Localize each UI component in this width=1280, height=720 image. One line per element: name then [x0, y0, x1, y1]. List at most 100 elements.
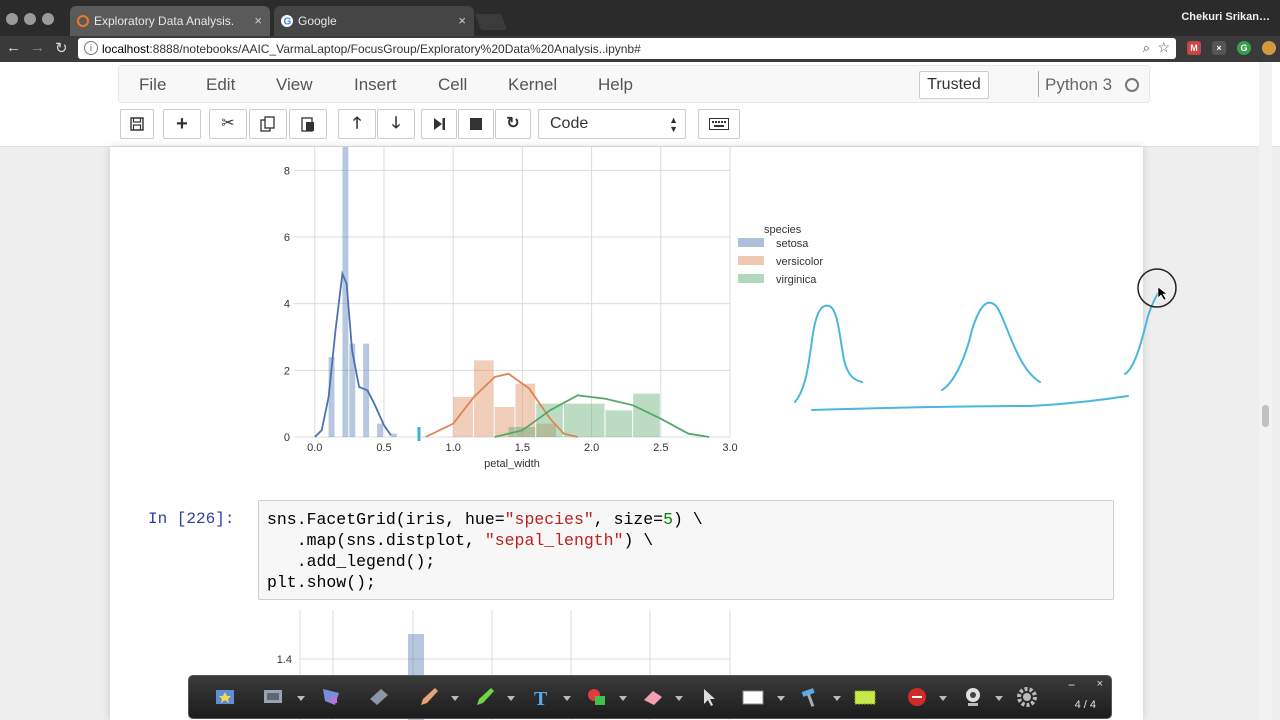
menu-edit[interactable]: Edit	[206, 75, 235, 95]
zoom-icon[interactable]: ⌕	[1143, 40, 1150, 56]
profile-name[interactable]: Chekuri Srikan…	[1181, 11, 1270, 23]
eraser-icon[interactable]	[641, 685, 665, 709]
chevron-down-icon[interactable]	[297, 696, 305, 701]
chevron-down-icon[interactable]	[675, 696, 683, 701]
url-host: localhost	[102, 42, 150, 56]
hammer-icon[interactable]	[799, 685, 823, 709]
gmail-extension-icon[interactable]: M	[1187, 41, 1201, 55]
y-tick-label: 6	[284, 232, 290, 244]
bookmark-star-icon[interactable]: ☆	[1157, 39, 1170, 56]
chevron-down-icon[interactable]	[563, 696, 571, 701]
menu-help[interactable]: Help	[598, 75, 633, 95]
chevron-down-icon[interactable]	[507, 696, 515, 701]
chevron-down-icon[interactable]	[833, 696, 841, 701]
save-icon	[130, 117, 144, 131]
insert-cell-button[interactable]: +	[163, 109, 201, 139]
shapes-icon[interactable]	[585, 685, 609, 709]
tab-title: Exploratory Data Analysis.	[94, 14, 235, 28]
kernel-separator	[1038, 71, 1039, 97]
cut-button[interactable]: ✂	[209, 109, 247, 139]
interrupt-button[interactable]	[458, 109, 494, 139]
menu-kernel[interactable]: Kernel	[508, 75, 557, 95]
google-icon: G	[281, 15, 293, 28]
new-tab-button[interactable]	[475, 14, 507, 30]
code-text: ) \	[623, 531, 654, 550]
highlight-screen-icon[interactable]	[319, 685, 343, 709]
tab-close-icon[interactable]: ×	[458, 13, 466, 28]
menu-file[interactable]: File	[139, 75, 166, 95]
webcam-icon[interactable]	[961, 685, 985, 709]
menu-view[interactable]: View	[276, 75, 313, 95]
code-cell[interactable]: sns.FacetGrid(iris, hue="species", size=…	[258, 500, 1114, 600]
cell-type-value: Code	[550, 115, 589, 132]
minimize-toolbar-button[interactable]: −	[1068, 678, 1075, 692]
move-down-button[interactable]: 🡓	[377, 109, 415, 139]
scroll-track[interactable]	[1259, 62, 1272, 720]
screen-capture-icon[interactable]	[261, 685, 285, 709]
histogram-bar-versicolor	[473, 360, 494, 437]
refresh-icon: ↻	[506, 115, 520, 132]
keyboard-icon	[709, 118, 729, 130]
page-indicator: 4 / 4	[1074, 699, 1096, 711]
restart-button[interactable]: ↻	[495, 109, 531, 139]
tab-close-icon[interactable]: ×	[254, 13, 262, 28]
highlighter-icon[interactable]	[473, 685, 497, 709]
scissors-icon: ✂	[221, 115, 235, 132]
menu-insert[interactable]: Insert	[354, 75, 397, 95]
pen-baseline	[811, 395, 1129, 411]
chevron-down-icon[interactable]	[451, 696, 459, 701]
back-icon[interactable]: ←	[6, 39, 21, 56]
paste-button[interactable]	[289, 109, 327, 139]
close-window-button[interactable]	[6, 13, 18, 25]
legend-swatch-versicolor	[738, 256, 764, 265]
sticky-note-icon[interactable]	[853, 685, 877, 709]
url-field[interactable]: i localhost:8888/notebooks/AAIC_VarmaLap…	[78, 38, 1176, 59]
text-tool-icon[interactable]: T	[529, 685, 553, 709]
menu-bar: File Edit View Insert Cell Kernel Help T…	[118, 65, 1150, 103]
tab-notebook[interactable]: Exploratory Data Analysis. ×	[70, 6, 270, 36]
background-color-icon[interactable]	[741, 685, 765, 709]
x-tick-label: 0.5	[376, 442, 391, 454]
cell-type-select[interactable]: Code ▲ ▼	[538, 109, 686, 139]
kernel-name[interactable]: Python 3	[1045, 75, 1112, 95]
code-line-1: sns.FacetGrid(iris, hue="species", size=…	[267, 510, 703, 529]
chevron-down-icon[interactable]	[939, 696, 947, 701]
close-toolbar-button[interactable]: ×	[1097, 678, 1103, 690]
record-icon[interactable]	[905, 685, 929, 709]
reload-icon[interactable]: ↻	[55, 39, 68, 57]
gear-icon[interactable]	[1015, 685, 1039, 709]
code-string: "sepal_length"	[484, 531, 624, 550]
copy-button[interactable]	[249, 109, 287, 139]
chevron-down-icon[interactable]	[995, 696, 1003, 701]
svg-text:G: G	[284, 17, 292, 28]
tab-google[interactable]: G Google ×	[274, 6, 474, 36]
forward-icon[interactable]: →	[30, 39, 45, 56]
y-tick-label: 2	[284, 365, 290, 377]
move-up-button[interactable]: 🡑	[338, 109, 376, 139]
scrollbar-thumb[interactable]	[1262, 405, 1269, 427]
extension-icon[interactable]	[1262, 41, 1276, 55]
command-palette-button[interactable]	[698, 109, 740, 139]
zoom-window-button[interactable]	[42, 13, 54, 25]
whiteboard-icon[interactable]	[367, 685, 391, 709]
menu-cell[interactable]: Cell	[438, 75, 467, 95]
annotation-toolbar: T − × 4 / 4	[188, 675, 1112, 719]
x-extension-icon[interactable]: ×	[1212, 41, 1226, 55]
pen-curve-virginica	[1124, 289, 1161, 375]
pen-icon[interactable]	[417, 685, 441, 709]
chevron-down-icon[interactable]	[619, 696, 627, 701]
spotlight-icon[interactable]	[213, 685, 237, 709]
info-icon[interactable]: i	[84, 41, 98, 55]
pointer-icon[interactable]	[697, 685, 721, 709]
save-button[interactable]	[120, 109, 154, 139]
url-path: :8888/notebooks/AAIC_VarmaLaptop/FocusGr…	[149, 42, 641, 56]
histogram-bar-virginica	[563, 403, 605, 437]
x-tick-label: 0.0	[307, 442, 322, 454]
minimize-window-button[interactable]	[24, 13, 36, 25]
code-text: .map(sns.distplot,	[267, 531, 485, 550]
chevron-down-icon[interactable]	[777, 696, 785, 701]
trusted-indicator[interactable]: Trusted	[919, 71, 989, 99]
run-button[interactable]	[421, 109, 457, 139]
grammarly-extension-icon[interactable]: G	[1237, 41, 1251, 55]
plus-icon: +	[176, 113, 188, 135]
